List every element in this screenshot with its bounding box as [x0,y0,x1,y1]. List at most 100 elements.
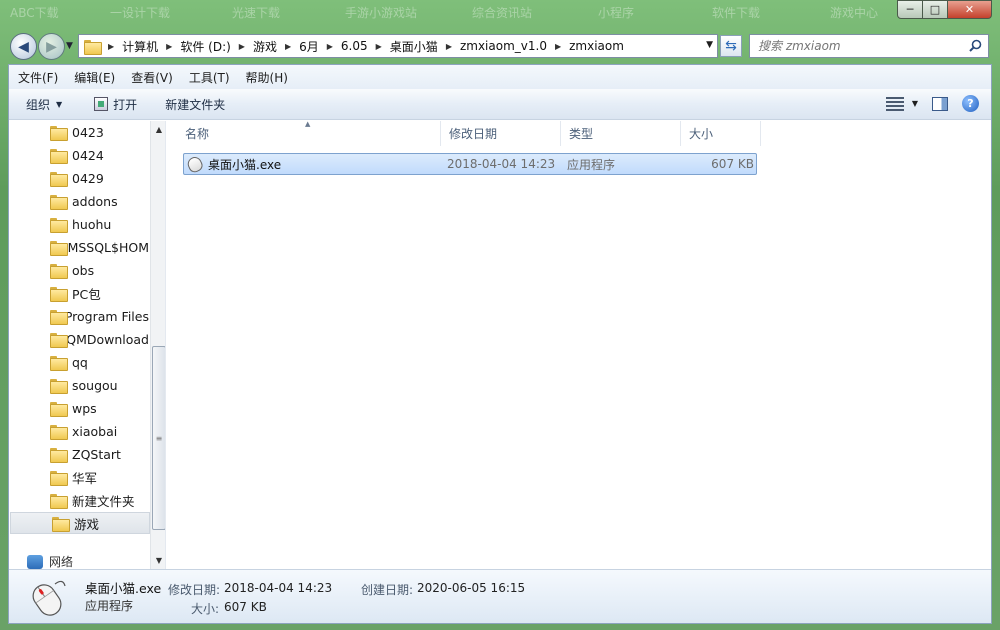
breadcrumb-zmxiaom[interactable]: zmxiaom [569,39,624,53]
breadcrumb-computer[interactable]: 计算机 [122,38,158,55]
refresh-button[interactable]: ⇆ [720,35,742,57]
command-bar: 组织 ▼ 打开 新建文件夹 ▼ ? [9,89,991,120]
chevron-right-icon[interactable]: ▶ [166,42,172,51]
folder-icon [50,332,69,348]
chevron-right-icon[interactable]: ▶ [285,42,291,51]
chevron-right-icon[interactable]: ▶ [108,42,114,51]
tree-item-huohu[interactable]: huohu [9,213,149,235]
column-header-size[interactable]: 大小 [681,121,761,146]
preview-pane-icon[interactable] [932,96,948,111]
tree-item-label: qq [72,354,88,370]
menu-edit[interactable]: 编辑(E) [74,69,115,86]
caption-buttons: ─ □ ✕ [897,0,992,19]
tree-item-mssql[interactable]: MSSQL$HOM [9,236,149,258]
scroll-down-icon[interactable]: ▼ [151,552,165,569]
chevron-right-icon[interactable]: ▶ [239,42,245,51]
details-modified-label: 修改日期: [168,583,221,597]
chevron-right-icon[interactable]: ▶ [555,42,561,51]
address-bar[interactable]: ▶ 计算机 ▶ 软件 (D:) ▶ 游戏 ▶ 6月 ▶ 6.05 ▶ 桌面小猫 … [78,34,718,58]
scroll-up-icon[interactable]: ▲ [151,121,165,138]
back-button[interactable]: ◀ [10,33,37,60]
breadcrumb-zmxiaom-v1[interactable]: zmxiaom_v1.0 [460,39,547,53]
chevron-down-icon: ▼ [911,99,918,108]
tree-item-addons[interactable]: addons [9,190,149,212]
column-header-modified[interactable]: 修改日期 [441,121,561,146]
tree-item-label: sougou [72,377,118,393]
tree-item-label: huohu [72,216,112,232]
address-dropdown-button[interactable]: ▼ [706,40,713,50]
folder-icon [52,516,70,532]
tree-item-obs[interactable]: obs [9,259,149,281]
tree-item-huajun[interactable]: 华军 [9,466,149,488]
tree-item-label: addons [72,193,118,209]
chevron-right-icon[interactable]: ▶ [327,42,333,51]
search-input[interactable] [758,39,958,53]
menu-help[interactable]: 帮助(H) [246,69,288,86]
breadcrumb-desktop-cat[interactable]: 桌面小猫 [390,38,438,55]
file-type: 应用程序 [567,157,616,172]
close-button[interactable]: ✕ [948,0,992,19]
folder-icon [50,194,68,210]
nav-scrollbar[interactable]: ▲ ≡ ▼ [150,121,165,569]
tree-item-label: QMDownload [66,331,149,347]
tree-item-new-folder[interactable]: 新建文件夹 [9,489,149,511]
tree-item-sougou[interactable]: sougou [9,374,149,396]
tree-item-pc-pack[interactable]: PC包 [9,282,149,304]
forward-button[interactable]: ▶ [38,33,65,60]
minimize-button[interactable]: ─ [897,0,923,19]
background-tab: 光速下载 [232,6,281,20]
change-view-button[interactable]: ▼ [885,96,918,111]
tree-item-label: xiaobai [72,423,118,439]
tree-item-label: 0429 [72,170,104,186]
tree-item-network[interactable]: 网络 [27,553,73,569]
tree-item-xiaobai[interactable]: xiaobai [9,420,149,442]
scroll-thumb[interactable]: ≡ [152,346,165,530]
column-header-type[interactable]: 类型 [561,121,681,146]
tree-item-program-files[interactable]: Program Files [9,305,149,327]
chevron-right-icon[interactable]: ▶ [446,42,452,51]
details-pane: 桌面小猫.exe 应用程序 修改日期: 2018-04-04 14:23 创建日… [9,569,991,623]
title-bar: ABC下载 一设计下载 光速下载 手游小游戏站 综合资讯站 小程序 软件下载 游… [0,0,1000,30]
new-folder-button[interactable]: 新建文件夹 [165,96,225,113]
tree-item-label: 华军 [72,470,98,486]
tree-item-label: Program Files [64,308,149,324]
maximize-button[interactable]: □ [923,0,948,19]
tree-item-zqstart[interactable]: ZQStart [9,443,149,465]
mouse-app-icon [185,154,205,174]
help-icon[interactable]: ? [962,95,979,112]
tree-item-label: obs [72,262,95,278]
folder-icon [50,401,68,417]
menu-file[interactable]: 文件(F) [18,69,58,86]
menu-view[interactable]: 查看(V) [131,69,173,86]
breadcrumb-drive-d[interactable]: 软件 (D:) [180,38,230,55]
tree-item-0423[interactable]: 0423 [9,121,149,143]
tree-item-wps[interactable]: wps [9,397,149,419]
tree-item-qq[interactable]: qq [9,351,149,373]
recent-pages-dropdown[interactable]: ▼ [66,41,73,51]
tree-item-0429[interactable]: 0429 [9,167,149,189]
background-tab: 综合资讯站 [472,6,533,20]
breadcrumb-605[interactable]: 6.05 [341,39,368,53]
file-name: 桌面小猫.exe [208,157,282,172]
menu-tools[interactable]: 工具(T) [189,69,230,86]
details-created-label: 创建日期: [361,583,414,597]
tree-item-label: 0424 [72,147,104,163]
folder-icon [50,470,68,486]
open-label: 打开 [113,97,138,112]
open-button[interactable]: 打开 [94,96,137,113]
organize-button[interactable]: 组织 ▼ [26,96,62,113]
details-size-label: 大小: [191,602,220,616]
breadcrumb-games[interactable]: 游戏 [253,38,277,55]
column-header-name[interactable]: 名称 [177,121,441,146]
details-file-type: 应用程序 [85,599,134,613]
chevron-right-icon[interactable]: ▶ [376,42,382,51]
search-icon[interactable] [969,39,982,52]
search-box[interactable] [749,34,989,58]
file-row[interactable]: 桌面小猫.exe 2018-04-04 14:23 应用程序 607 KB [183,153,757,175]
tree-item-games[interactable]: 游戏 [10,512,150,534]
navigation-row: ◀ ▶ ▼ ▶ 计算机 ▶ 软件 (D:) ▶ 游戏 ▶ 6月 ▶ 6.05 ▶… [0,30,1000,62]
background-tab: 小程序 [598,6,635,20]
breadcrumb-june[interactable]: 6月 [299,38,319,55]
tree-item-0424[interactable]: 0424 [9,144,149,166]
tree-item-qmdownload[interactable]: QMDownload [9,328,149,350]
